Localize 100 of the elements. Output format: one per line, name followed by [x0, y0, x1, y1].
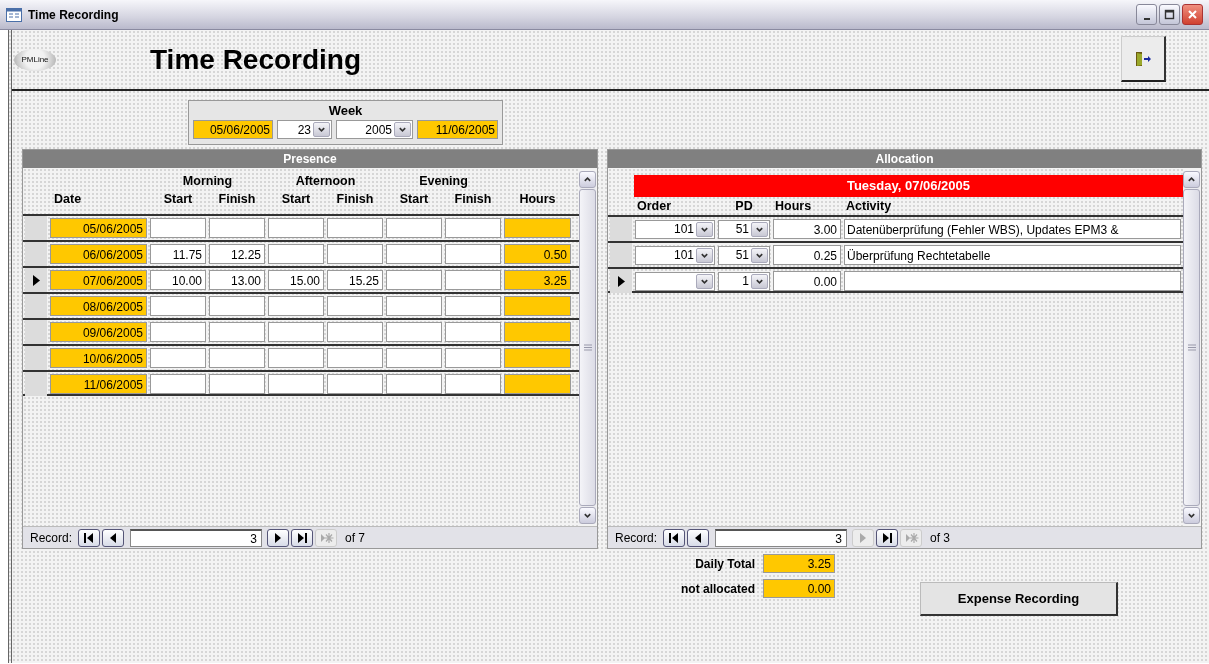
- scrollbar[interactable]: [579, 171, 596, 524]
- record-selector[interactable]: [610, 269, 632, 293]
- time-field[interactable]: [209, 218, 265, 238]
- chevron-down-icon: [398, 125, 407, 134]
- week-dropdown[interactable]: 23: [277, 120, 332, 139]
- hours-field[interactable]: 0.00: [773, 271, 841, 291]
- maximize-icon: [1164, 9, 1175, 20]
- time-field[interactable]: [209, 348, 265, 368]
- time-field[interactable]: [209, 322, 265, 342]
- time-field[interactable]: [445, 296, 501, 316]
- hours-field[interactable]: [504, 322, 571, 342]
- new-record-icon: [318, 530, 334, 545]
- time-field[interactable]: [445, 218, 501, 238]
- hours-field[interactable]: 3.25: [504, 270, 571, 290]
- start-date-field[interactable]: 05/06/2005: [193, 120, 273, 139]
- date-field[interactable]: 07/06/2005: [50, 270, 147, 290]
- close-button[interactable]: [1182, 4, 1203, 25]
- time-field[interactable]: [386, 244, 442, 264]
- time-field[interactable]: [327, 218, 383, 238]
- activity-field[interactable]: Datenüberprüfung (Fehler WBS), Updates EPM3 &: [844, 219, 1181, 239]
- hours-field[interactable]: 0.50: [504, 244, 571, 264]
- time-field[interactable]: [386, 270, 442, 290]
- date-field[interactable]: 09/06/2005: [50, 322, 147, 342]
- time-field[interactable]: [150, 322, 206, 342]
- first-record-button[interactable]: [663, 528, 686, 547]
- date-field[interactable]: 11/06/2005: [50, 374, 147, 394]
- time-field[interactable]: 11.75: [150, 244, 206, 264]
- last-record-button[interactable]: [876, 528, 899, 547]
- time-field[interactable]: [150, 348, 206, 368]
- window-title: Time Recording: [28, 7, 120, 22]
- order-dropdown[interactable]: 101: [635, 219, 715, 239]
- time-field[interactable]: 15.00: [268, 270, 324, 290]
- next-record-button[interactable]: [267, 528, 290, 547]
- activity-field[interactable]: Überprüfung Rechtetabelle: [844, 245, 1181, 265]
- time-field[interactable]: [445, 244, 501, 264]
- time-field[interactable]: [150, 218, 206, 238]
- time-field[interactable]: [386, 322, 442, 342]
- time-field[interactable]: [327, 348, 383, 368]
- minimize-button[interactable]: [1136, 4, 1157, 25]
- end-date-field[interactable]: 11/06/2005: [417, 120, 498, 139]
- date-field[interactable]: 10/06/2005: [50, 348, 147, 368]
- time-field[interactable]: [327, 374, 383, 394]
- year-dropdown[interactable]: 2005: [336, 120, 413, 139]
- time-field[interactable]: [209, 296, 265, 316]
- time-field[interactable]: [268, 218, 324, 238]
- time-field[interactable]: 15.25: [327, 270, 383, 290]
- first-record-button[interactable]: [78, 528, 101, 547]
- time-field[interactable]: 10.00: [150, 270, 206, 290]
- time-field[interactable]: [386, 348, 442, 368]
- time-field[interactable]: [386, 218, 442, 238]
- time-field[interactable]: [150, 374, 206, 394]
- column-header: Order: [636, 199, 672, 213]
- time-field[interactable]: [445, 270, 501, 290]
- record-count: of 7: [345, 530, 366, 545]
- time-field[interactable]: 13.00: [209, 270, 265, 290]
- previous-record-button[interactable]: [102, 528, 125, 547]
- pd-dropdown[interactable]: 51: [718, 219, 770, 239]
- time-field[interactable]: [327, 244, 383, 264]
- previous-record-button[interactable]: [687, 528, 710, 547]
- hours-field[interactable]: 0.25: [773, 245, 841, 265]
- time-field[interactable]: 12.25: [209, 244, 265, 264]
- exit-button[interactable]: [1121, 36, 1166, 82]
- record-number-field[interactable]: 3: [130, 528, 263, 547]
- pd-dropdown[interactable]: 1: [718, 271, 770, 291]
- time-field[interactable]: [386, 374, 442, 394]
- date-field[interactable]: 08/06/2005: [50, 296, 147, 316]
- time-field[interactable]: [386, 296, 442, 316]
- time-field[interactable]: [268, 374, 324, 394]
- time-field[interactable]: [327, 296, 383, 316]
- column-header: PD: [735, 199, 753, 213]
- time-field[interactable]: [268, 296, 324, 316]
- time-field[interactable]: [150, 296, 206, 316]
- time-field[interactable]: [445, 374, 501, 394]
- time-field[interactable]: [445, 322, 501, 342]
- minimize-icon: [1143, 17, 1150, 20]
- hours-field[interactable]: [504, 348, 571, 368]
- time-field[interactable]: [209, 374, 265, 394]
- time-field[interactable]: [268, 322, 324, 342]
- record-number-field[interactable]: 3: [715, 528, 848, 547]
- last-record-button[interactable]: [291, 528, 314, 547]
- activity-field[interactable]: [844, 271, 1181, 291]
- hours-field[interactable]: [504, 218, 571, 238]
- hours-field[interactable]: [504, 374, 571, 394]
- time-field[interactable]: [445, 348, 501, 368]
- hours-field[interactable]: [504, 296, 571, 316]
- date-field[interactable]: 05/06/2005: [50, 218, 147, 238]
- record-selector[interactable]: [25, 268, 47, 292]
- maximize-button[interactable]: [1159, 4, 1180, 25]
- group-header: Afternoon: [294, 174, 357, 188]
- total-value-field: 0.00: [763, 579, 835, 598]
- time-field[interactable]: [268, 348, 324, 368]
- order-dropdown[interactable]: 101: [635, 245, 715, 265]
- time-field[interactable]: [268, 244, 324, 264]
- hours-field[interactable]: 3.00: [773, 219, 841, 239]
- expense-recording-button[interactable]: Expense Recording: [920, 582, 1118, 616]
- chevron-down-icon: [317, 125, 326, 134]
- time-field[interactable]: [327, 322, 383, 342]
- scrollbar[interactable]: [1183, 171, 1200, 524]
- pd-dropdown[interactable]: 51: [718, 245, 770, 265]
- date-field[interactable]: 06/06/2005: [50, 244, 147, 264]
